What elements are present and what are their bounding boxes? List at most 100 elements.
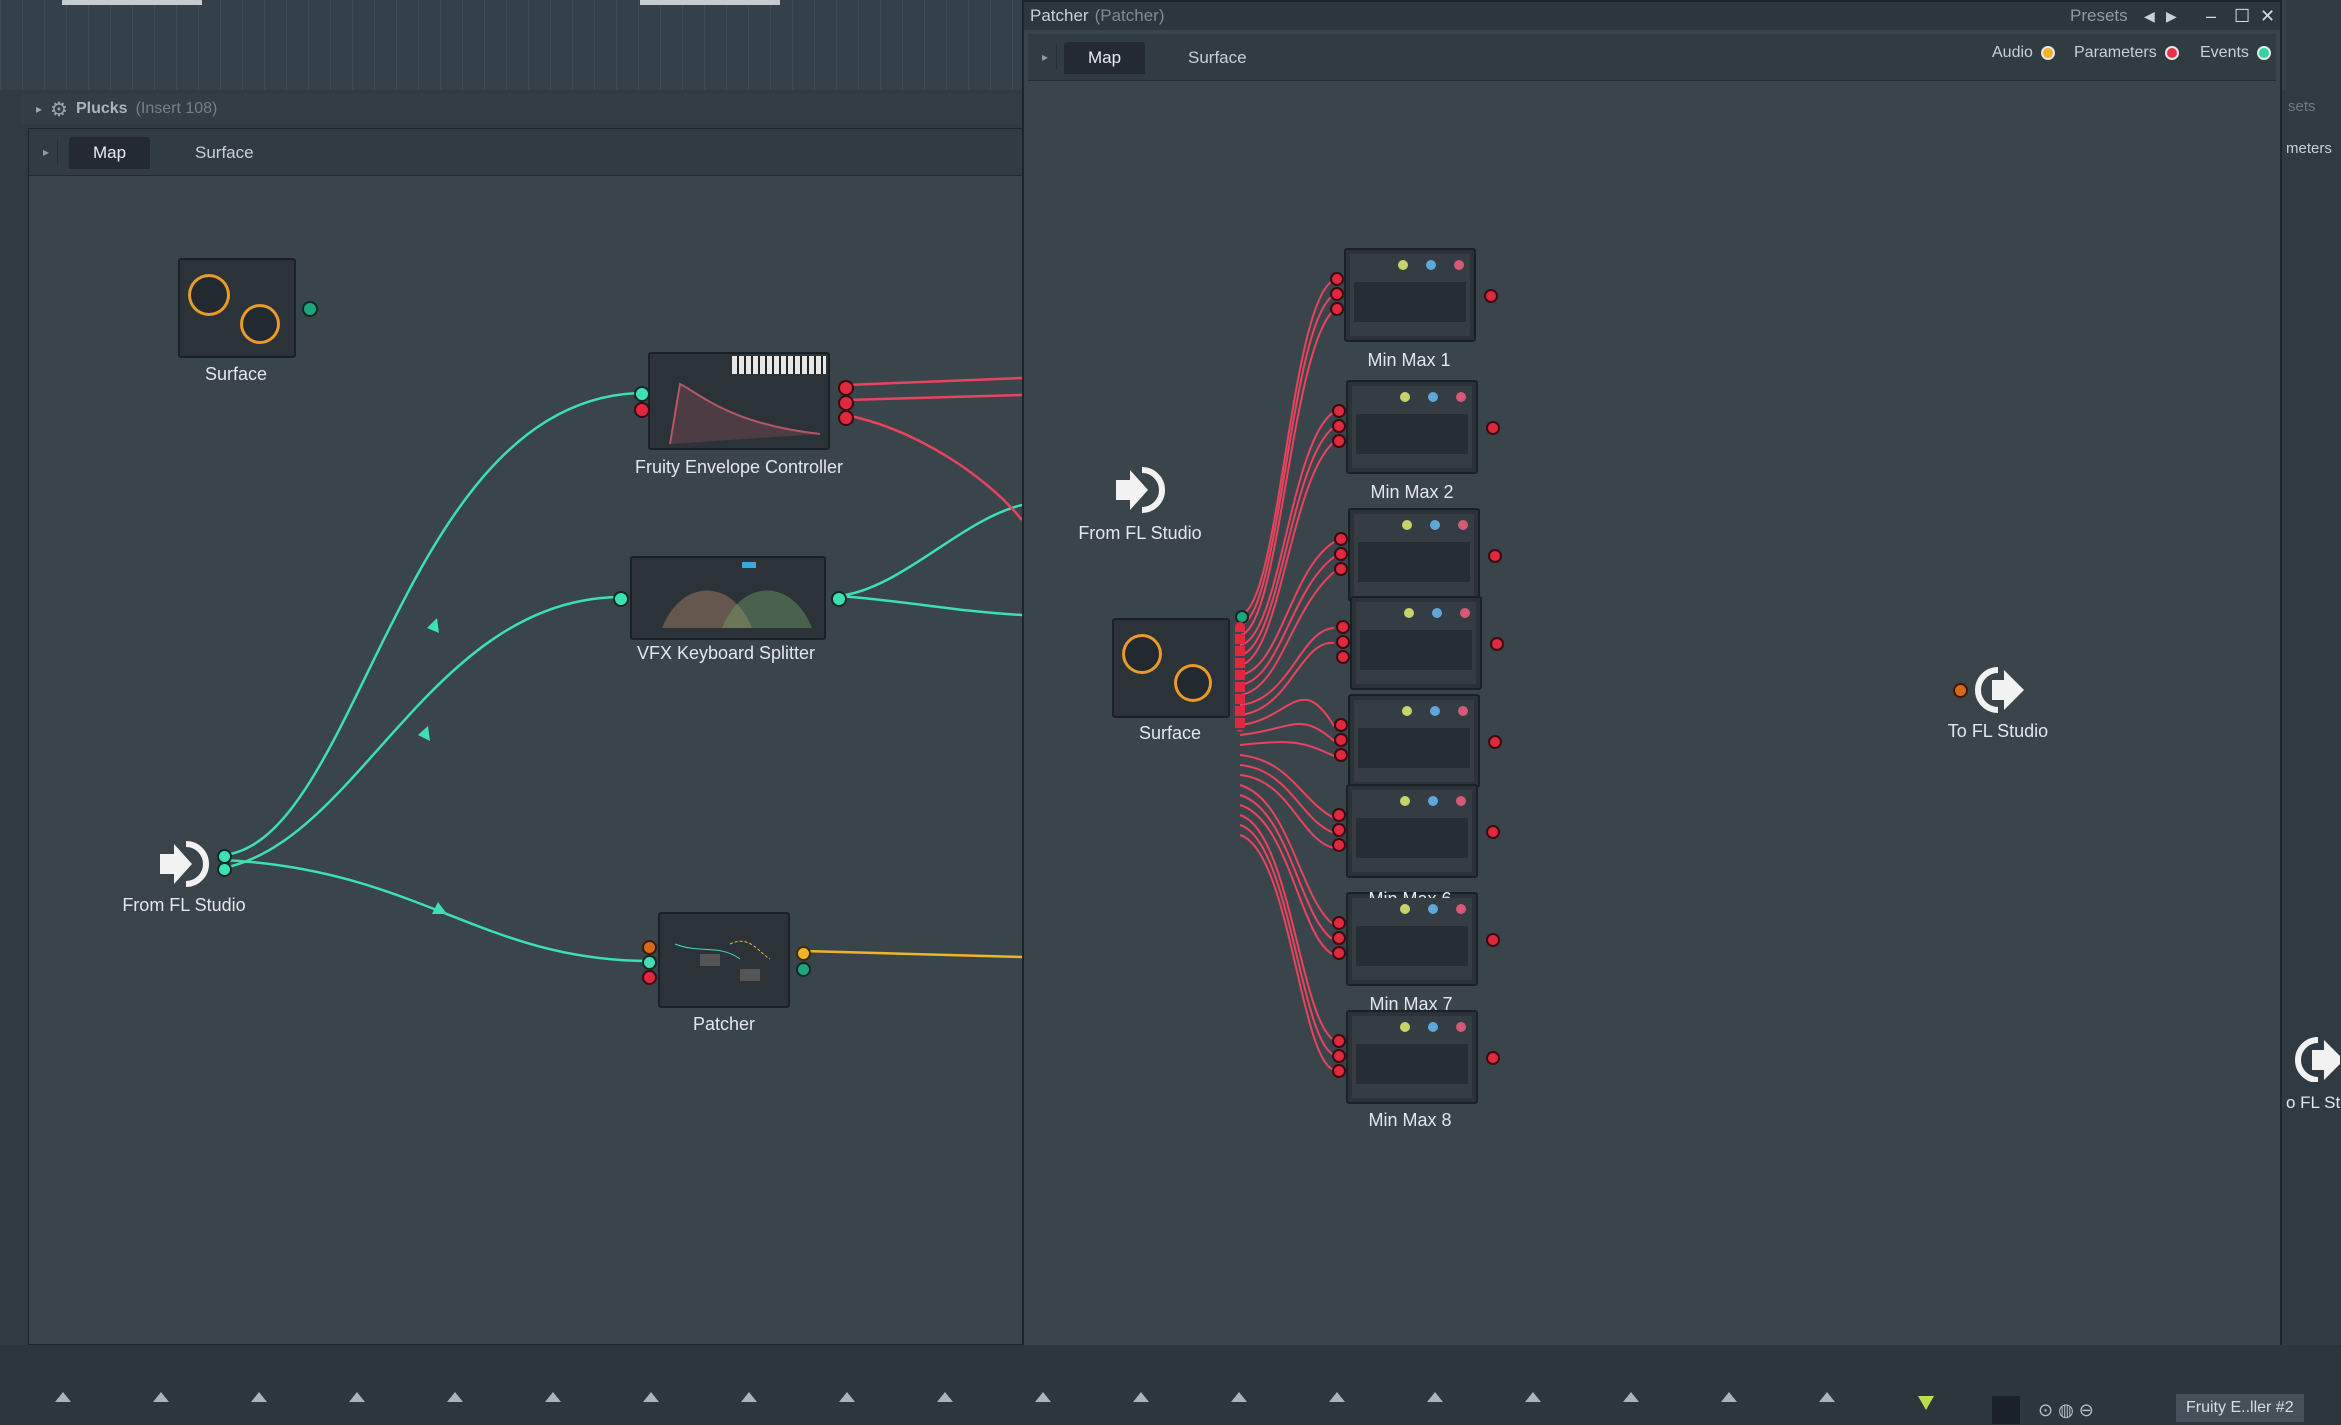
minmax-in-port[interactable] [1334, 733, 1348, 747]
minmax-in-port[interactable] [1336, 635, 1350, 649]
minmax-node[interactable] [1346, 892, 1478, 986]
minmax-in-port[interactable] [1334, 748, 1348, 762]
minmax-out-port[interactable] [1488, 735, 1502, 749]
mixer-slot-arrow-icon[interactable] [1427, 1392, 1443, 1402]
legend-audio[interactable]: Audio [1992, 44, 2055, 62]
envelope-events-port[interactable] [634, 386, 650, 402]
mixer-slot-arrow-icon[interactable] [447, 1392, 463, 1402]
minmax-in-port[interactable] [1332, 916, 1346, 930]
surface-port[interactable] [302, 301, 318, 317]
minmax-out-port[interactable] [1484, 289, 1498, 303]
minmax-in-port[interactable] [1330, 287, 1344, 301]
mixer-slot-arrow-icon[interactable] [55, 1392, 71, 1402]
minmax-in-port[interactable] [1334, 718, 1348, 732]
mixer-slot-arrow-icon[interactable] [741, 1392, 757, 1402]
active-slot-marker-icon[interactable] [1918, 1396, 1934, 1410]
mixer-slot-arrow-icon[interactable] [545, 1392, 561, 1402]
minmax-node[interactable] [1346, 1010, 1478, 1104]
mixer-slot-arrow-icon[interactable] [1231, 1392, 1247, 1402]
close-icon[interactable]: ✕ [2260, 6, 2275, 27]
maximize-icon[interactable]: ☐ [2234, 6, 2250, 27]
minmax-node[interactable] [1350, 596, 1482, 690]
envelope-out-port[interactable] [838, 395, 854, 411]
minmax-in-port[interactable] [1336, 620, 1350, 634]
minmax-in-port[interactable] [1332, 419, 1346, 433]
preset-prev-icon[interactable]: ◀ [2144, 8, 2155, 25]
minmax-in-port[interactable] [1330, 302, 1344, 316]
mixer-slot-arrow-icon[interactable] [1035, 1392, 1051, 1402]
patcher-node[interactable] [658, 912, 790, 1008]
from-fl-studio-icon[interactable] [156, 836, 212, 892]
to-fl-studio-icon[interactable] [1972, 662, 2028, 718]
mixer-slot-arrow-icon[interactable] [937, 1392, 953, 1402]
mixer-slot-arrow-icon[interactable] [1329, 1392, 1345, 1402]
minmax-in-port[interactable] [1332, 823, 1346, 837]
envelope-out-port[interactable] [838, 410, 854, 426]
minmax-node[interactable] [1346, 380, 1478, 474]
mixer-slot-arrow-icon[interactable] [839, 1392, 855, 1402]
minmax-in-port[interactable] [1332, 1034, 1346, 1048]
minmax-in-port[interactable] [1332, 946, 1346, 960]
patcher-events-out-port[interactable] [796, 962, 811, 977]
minmax-node[interactable] [1348, 508, 1480, 602]
patcher-audio-out-port[interactable] [796, 946, 811, 961]
tab-menu-arrow-icon[interactable]: ▸ [1034, 44, 1057, 70]
patcher-surface-node[interactable] [1112, 618, 1230, 718]
vfx-in-port[interactable] [613, 591, 629, 607]
minmax-in-port[interactable] [1332, 404, 1346, 418]
vfx-out-port[interactable] [831, 591, 847, 607]
minmax-in-port[interactable] [1334, 547, 1348, 561]
tab-map[interactable]: Map [1064, 42, 1146, 74]
patcher-events-port[interactable] [642, 955, 657, 970]
mixer-slot-arrow-icon[interactable] [1721, 1392, 1737, 1402]
minmax-out-port[interactable] [1490, 637, 1504, 651]
patcher-from-fl-label: From FL Studio [1078, 523, 1202, 543]
minmax-out-port[interactable] [1488, 549, 1502, 563]
minmax-out-port[interactable] [1486, 1051, 1500, 1065]
preset-next-icon[interactable]: ▶ [2166, 8, 2177, 25]
presets-label[interactable]: Presets [2070, 6, 2128, 26]
mixer-slot-arrow-icon[interactable] [643, 1392, 659, 1402]
mixer-slot-arrow-icon[interactable] [153, 1392, 169, 1402]
tab-surface[interactable]: Surface [1164, 42, 1271, 74]
patcher-titlebar[interactable]: Patcher (Patcher) Presets ◀ ▶ ‒ ☐ ✕ [1024, 2, 2280, 30]
mixer-slot-arrow-icon[interactable] [251, 1392, 267, 1402]
minmax-in-port[interactable] [1332, 1064, 1346, 1078]
patcher-from-fl-icon[interactable] [1112, 462, 1168, 518]
minmax-in-port[interactable] [1332, 931, 1346, 945]
minmax-in-port[interactable] [1332, 808, 1346, 822]
minmax-in-port[interactable] [1334, 562, 1348, 576]
minmax-in-port[interactable] [1334, 532, 1348, 546]
mixer-slot-arrow-icon[interactable] [1525, 1392, 1541, 1402]
minmax-in-port[interactable] [1332, 434, 1346, 448]
mixer-slot-arrow-icon[interactable] [1133, 1392, 1149, 1402]
minmax-node[interactable] [1346, 784, 1478, 878]
envelope-param-port[interactable] [634, 402, 650, 418]
envelope-controller-node[interactable] [648, 352, 830, 450]
minmax-node[interactable] [1344, 248, 1476, 342]
envelope-out-port[interactable] [838, 380, 854, 396]
minmax-out-port[interactable] [1486, 933, 1500, 947]
mixer-slot-arrow-icon[interactable] [1819, 1392, 1835, 1402]
patcher-audio-port[interactable] [642, 940, 657, 955]
patcher-param-port[interactable] [642, 970, 657, 985]
wire-params [845, 376, 1022, 387]
legend-events[interactable]: Events [2200, 44, 2271, 62]
minmax-out-port[interactable] [1486, 421, 1500, 435]
mixer-slot-arrow-icon[interactable] [1623, 1392, 1639, 1402]
minimize-icon[interactable]: ‒ [2206, 6, 2216, 27]
minmax-node[interactable] [1348, 694, 1480, 788]
minmax-in-port[interactable] [1332, 1049, 1346, 1063]
minmax-in-port[interactable] [1330, 272, 1344, 286]
from-fl-port[interactable] [217, 862, 232, 877]
vfx-keyboard-splitter-node[interactable] [630, 556, 826, 640]
minmax-out-port[interactable] [1486, 825, 1500, 839]
mixer-controls-icon[interactable]: ⊙ ◍ ⊖ [2038, 1400, 2094, 1421]
minmax-in-port[interactable] [1332, 838, 1346, 852]
minmax-in-port[interactable] [1336, 650, 1350, 664]
legend-parameters[interactable]: Parameters [2074, 44, 2179, 62]
surface-node[interactable] [178, 258, 296, 358]
to-fl-port[interactable] [1953, 683, 1968, 698]
mixer-slot-arrow-icon[interactable] [349, 1392, 365, 1402]
surface-param-ports[interactable] [1235, 622, 1245, 732]
